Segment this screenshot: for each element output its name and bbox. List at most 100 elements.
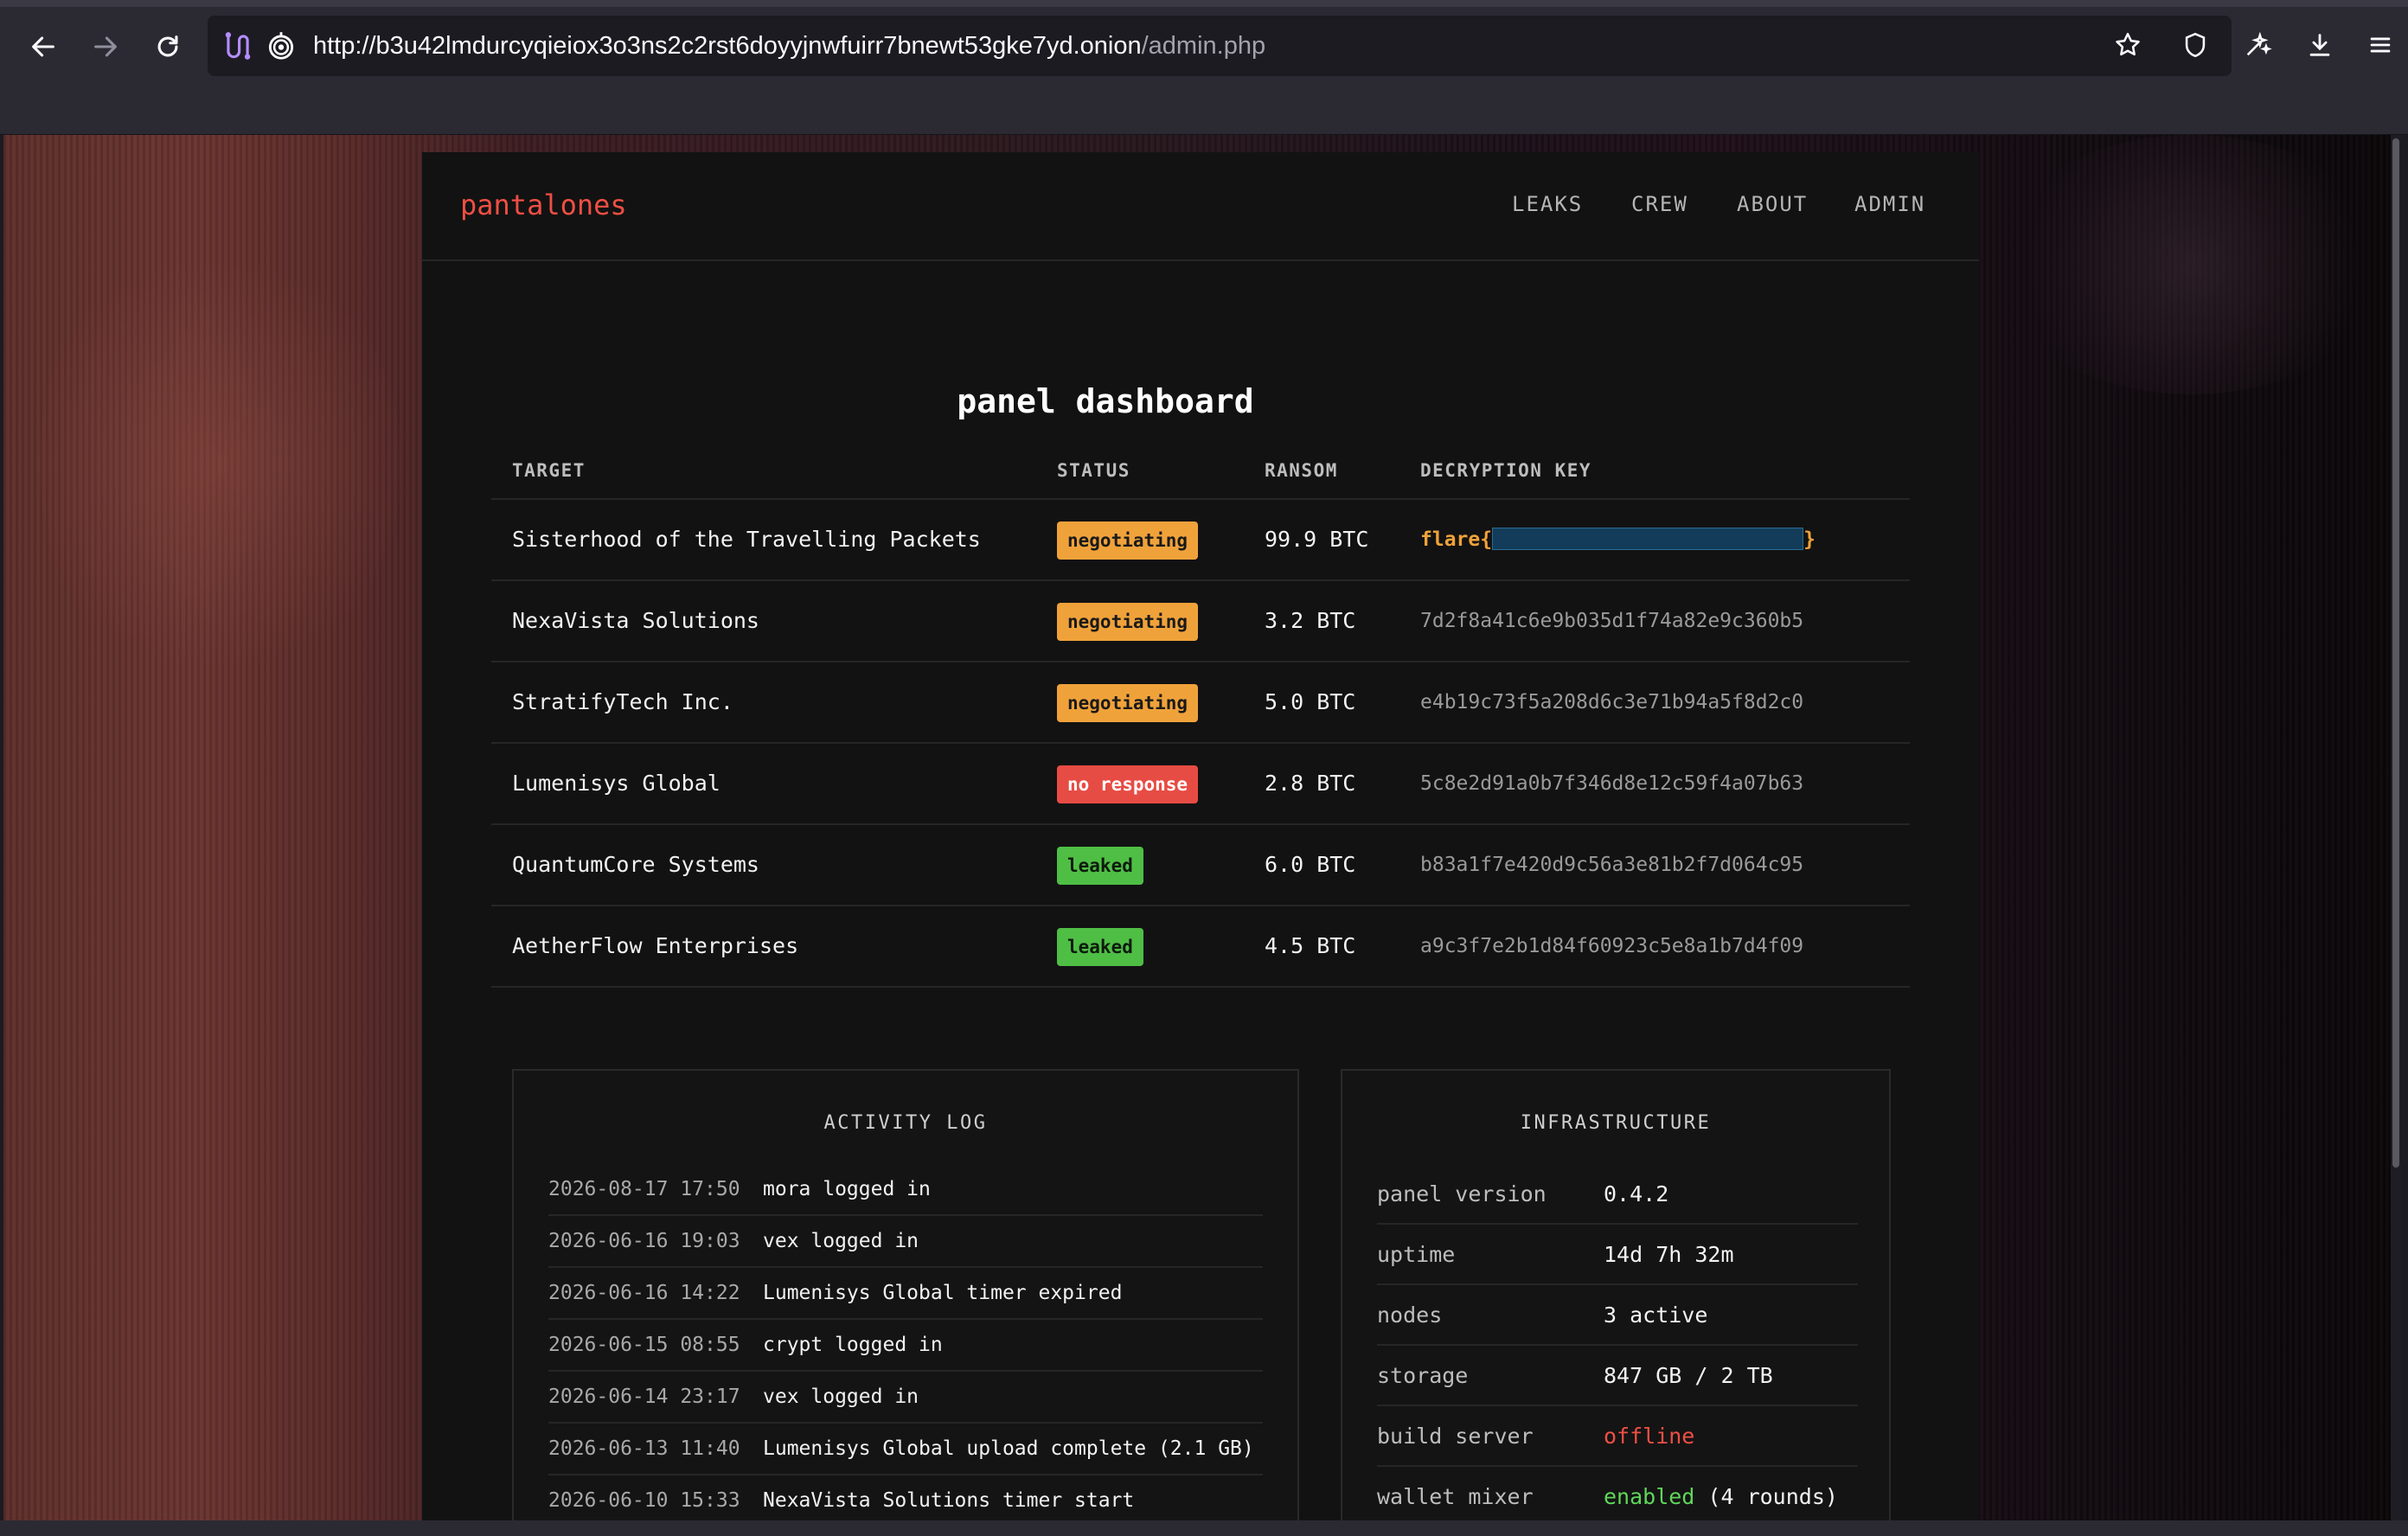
row-ransom: 4.5 BTC	[1265, 933, 1356, 958]
activity-log-panel: ACTIVITY LOG 2026-08-17 17:50 mora logged…	[512, 1069, 1299, 1520]
log-timestamp: 2026-08-17 17:50	[548, 1178, 740, 1200]
site-container: pantalones LEAKS CREW ABOUT ADMIN panel …	[422, 152, 1979, 1520]
log-timestamp: 2026-06-13 11:40	[548, 1437, 740, 1460]
infra-key: storage	[1377, 1363, 1469, 1388]
status-enabled: enabled	[1604, 1484, 1695, 1509]
status-badge: no response	[1057, 765, 1199, 803]
infra-row: panel version 0.4.2	[1377, 1164, 1858, 1225]
row-decryption-key: flare{}	[1420, 500, 1816, 581]
menu-button[interactable]	[2354, 19, 2406, 71]
infra-row: wallet mixer enabled (4 rounds)	[1377, 1467, 1858, 1520]
extensions-icon	[2246, 31, 2272, 56]
site-header: pantalones LEAKS CREW ABOUT ADMIN	[422, 152, 1979, 261]
table-row: NexaVista Solutions negotiating 3.2 BTC …	[491, 581, 1910, 662]
row-ransom: 5.0 BTC	[1265, 689, 1356, 714]
nav-about[interactable]: ABOUT	[1737, 192, 1808, 216]
infra-key: wallet mixer	[1377, 1484, 1534, 1509]
row-ransom: 6.0 BTC	[1265, 852, 1356, 877]
infrastructure-title: INFRASTRUCTURE	[1520, 1112, 1712, 1134]
row-ransom: 99.9 BTC	[1265, 527, 1369, 552]
status-badge: leaked	[1057, 846, 1143, 885]
row-target: NexaVista Solutions	[512, 608, 759, 633]
infra-row: build server offline	[1377, 1406, 1858, 1467]
window-bottom-edge	[0, 1520, 2408, 1536]
infrastructure-list: panel version 0.4.2 uptime 14d 7h 32m node…	[1377, 1164, 1858, 1520]
row-ransom: 2.8 BTC	[1265, 771, 1356, 796]
background-glow	[38, 239, 401, 688]
activity-log-title: ACTIVITY LOG	[823, 1112, 988, 1134]
log-entry: 2026-06-15 08:55 crypt logged in	[548, 1320, 1263, 1372]
bookmarks-toolbar	[0, 78, 2408, 135]
url-bar[interactable]: http://b3u42lmdurcyqieiox3o3ns2c2rst6doy…	[208, 16, 2232, 76]
url-text[interactable]: http://b3u42lmdurcyqieiox3o3ns2c2rst6doy…	[313, 16, 1265, 76]
infra-key: panel version	[1377, 1181, 1547, 1206]
status-badge: negotiating	[1057, 683, 1199, 722]
infra-value: 847 GB / 2 TB	[1604, 1363, 1773, 1388]
shield-button[interactable]	[2168, 19, 2223, 71]
menu-icon	[2370, 37, 2391, 53]
log-entry: 2026-06-13 11:40 Lumenisys Global upload …	[548, 1424, 1263, 1475]
log-entry: 2026-06-16 14:22 Lumenisys Global timer e…	[548, 1268, 1263, 1320]
status-badge: leaked	[1057, 927, 1143, 966]
brand-logo[interactable]: pantalones	[460, 189, 627, 221]
log-timestamp: 2026-06-10 15:33	[548, 1489, 740, 1512]
browser-toolbar: http://b3u42lmdurcyqieiox3o3ns2c2rst6doy…	[0, 0, 2408, 78]
row-target: Lumenisys Global	[512, 771, 720, 796]
download-button[interactable]	[2292, 19, 2347, 71]
log-timestamp: 2026-06-14 23:17	[548, 1386, 740, 1408]
forward-button[interactable]	[78, 21, 133, 73]
nav-admin[interactable]: ADMIN	[1854, 192, 1925, 216]
tor-circuit-icon[interactable]	[221, 29, 254, 62]
download-icon	[2309, 34, 2330, 56]
nav-leaks[interactable]: LEAKS	[1512, 192, 1583, 216]
scrollbar-thumb[interactable]	[2392, 138, 2399, 1168]
extensions-button[interactable]	[2230, 19, 2285, 71]
log-message: crypt logged in	[763, 1334, 943, 1356]
log-timestamp: 2026-06-16 19:03	[548, 1230, 740, 1252]
infra-row: uptime 14d 7h 32m	[1377, 1225, 1858, 1285]
row-target: QuantumCore Systems	[512, 852, 759, 877]
flag-prefix: flare{	[1420, 528, 1493, 551]
status-badge: negotiating	[1057, 521, 1199, 560]
infra-row: storage 847 GB / 2 TB	[1377, 1346, 1858, 1406]
table-row: QuantumCore Systems leaked 6.0 BTC b83a1…	[491, 825, 1910, 906]
infra-row: nodes 3 active	[1377, 1285, 1858, 1346]
targets-table: TARGET STATUS RANSOM DECRYPTION KEY Sist…	[491, 446, 1910, 988]
infra-value: 14d 7h 32m	[1604, 1242, 1734, 1267]
log-timestamp: 2026-06-16 14:22	[548, 1282, 740, 1304]
log-message: NexaVista Solutions timer start	[763, 1489, 1135, 1512]
flag-suffix: }	[1803, 528, 1816, 551]
row-decryption-key: 5c8e2d91a0b7f346d8e12c59f4a07b63	[1420, 772, 1804, 795]
row-target: Sisterhood of the Travelling Packets	[512, 527, 981, 552]
row-decryption-key: a9c3f7e2b1d84f60923c5e8a1b7d4f09	[1420, 935, 1804, 957]
reload-icon	[157, 35, 178, 57]
infra-value-extra: (4 rounds)	[1694, 1484, 1838, 1509]
infra-value: 3 active	[1604, 1302, 1708, 1328]
infra-key: uptime	[1377, 1242, 1456, 1267]
row-target: AetherFlow Enterprises	[512, 933, 799, 958]
back-button[interactable]	[16, 21, 71, 73]
bookmark-button[interactable]	[2100, 19, 2155, 71]
back-arrow-icon	[32, 36, 54, 57]
log-timestamp: 2026-06-15 08:55	[548, 1334, 740, 1356]
table-row: StratifyTech Inc. negotiating 5.0 BTC e4…	[491, 662, 1910, 744]
reload-button[interactable]	[140, 21, 195, 73]
log-message: Lumenisys Global timer expired	[763, 1282, 1123, 1304]
row-decryption-key: 7d2f8a41c6e9b035d1f74a82e9c360b5	[1420, 610, 1804, 632]
col-target: TARGET	[512, 460, 586, 481]
table-row: Lumenisys Global no response 2.8 BTC 5c8…	[491, 744, 1910, 825]
table-row: AetherFlow Enterprises leaked 4.5 BTC a9…	[491, 906, 1910, 988]
onion-icon[interactable]	[265, 29, 298, 62]
page-scrollbar[interactable]	[2391, 135, 2401, 1520]
page-title: panel dashboard	[957, 382, 1254, 420]
url-main: http://b3u42lmdurcyqieiox3o3ns2c2rst6doy…	[313, 32, 1142, 60]
nav-crew[interactable]: CREW	[1631, 192, 1688, 216]
col-ransom: RANSOM	[1265, 460, 1338, 481]
log-entry: 2026-08-17 17:50 mora logged in	[548, 1164, 1263, 1216]
infra-value: 0.4.2	[1604, 1181, 1669, 1206]
status-offline: offline	[1604, 1424, 1695, 1449]
activity-log-list: 2026-08-17 17:50 mora logged in 2026-06-1…	[548, 1164, 1263, 1520]
infra-key: build server	[1377, 1424, 1534, 1449]
log-message: vex logged in	[763, 1230, 919, 1252]
log-entry: 2026-06-14 23:17 vex logged in	[548, 1372, 1263, 1424]
